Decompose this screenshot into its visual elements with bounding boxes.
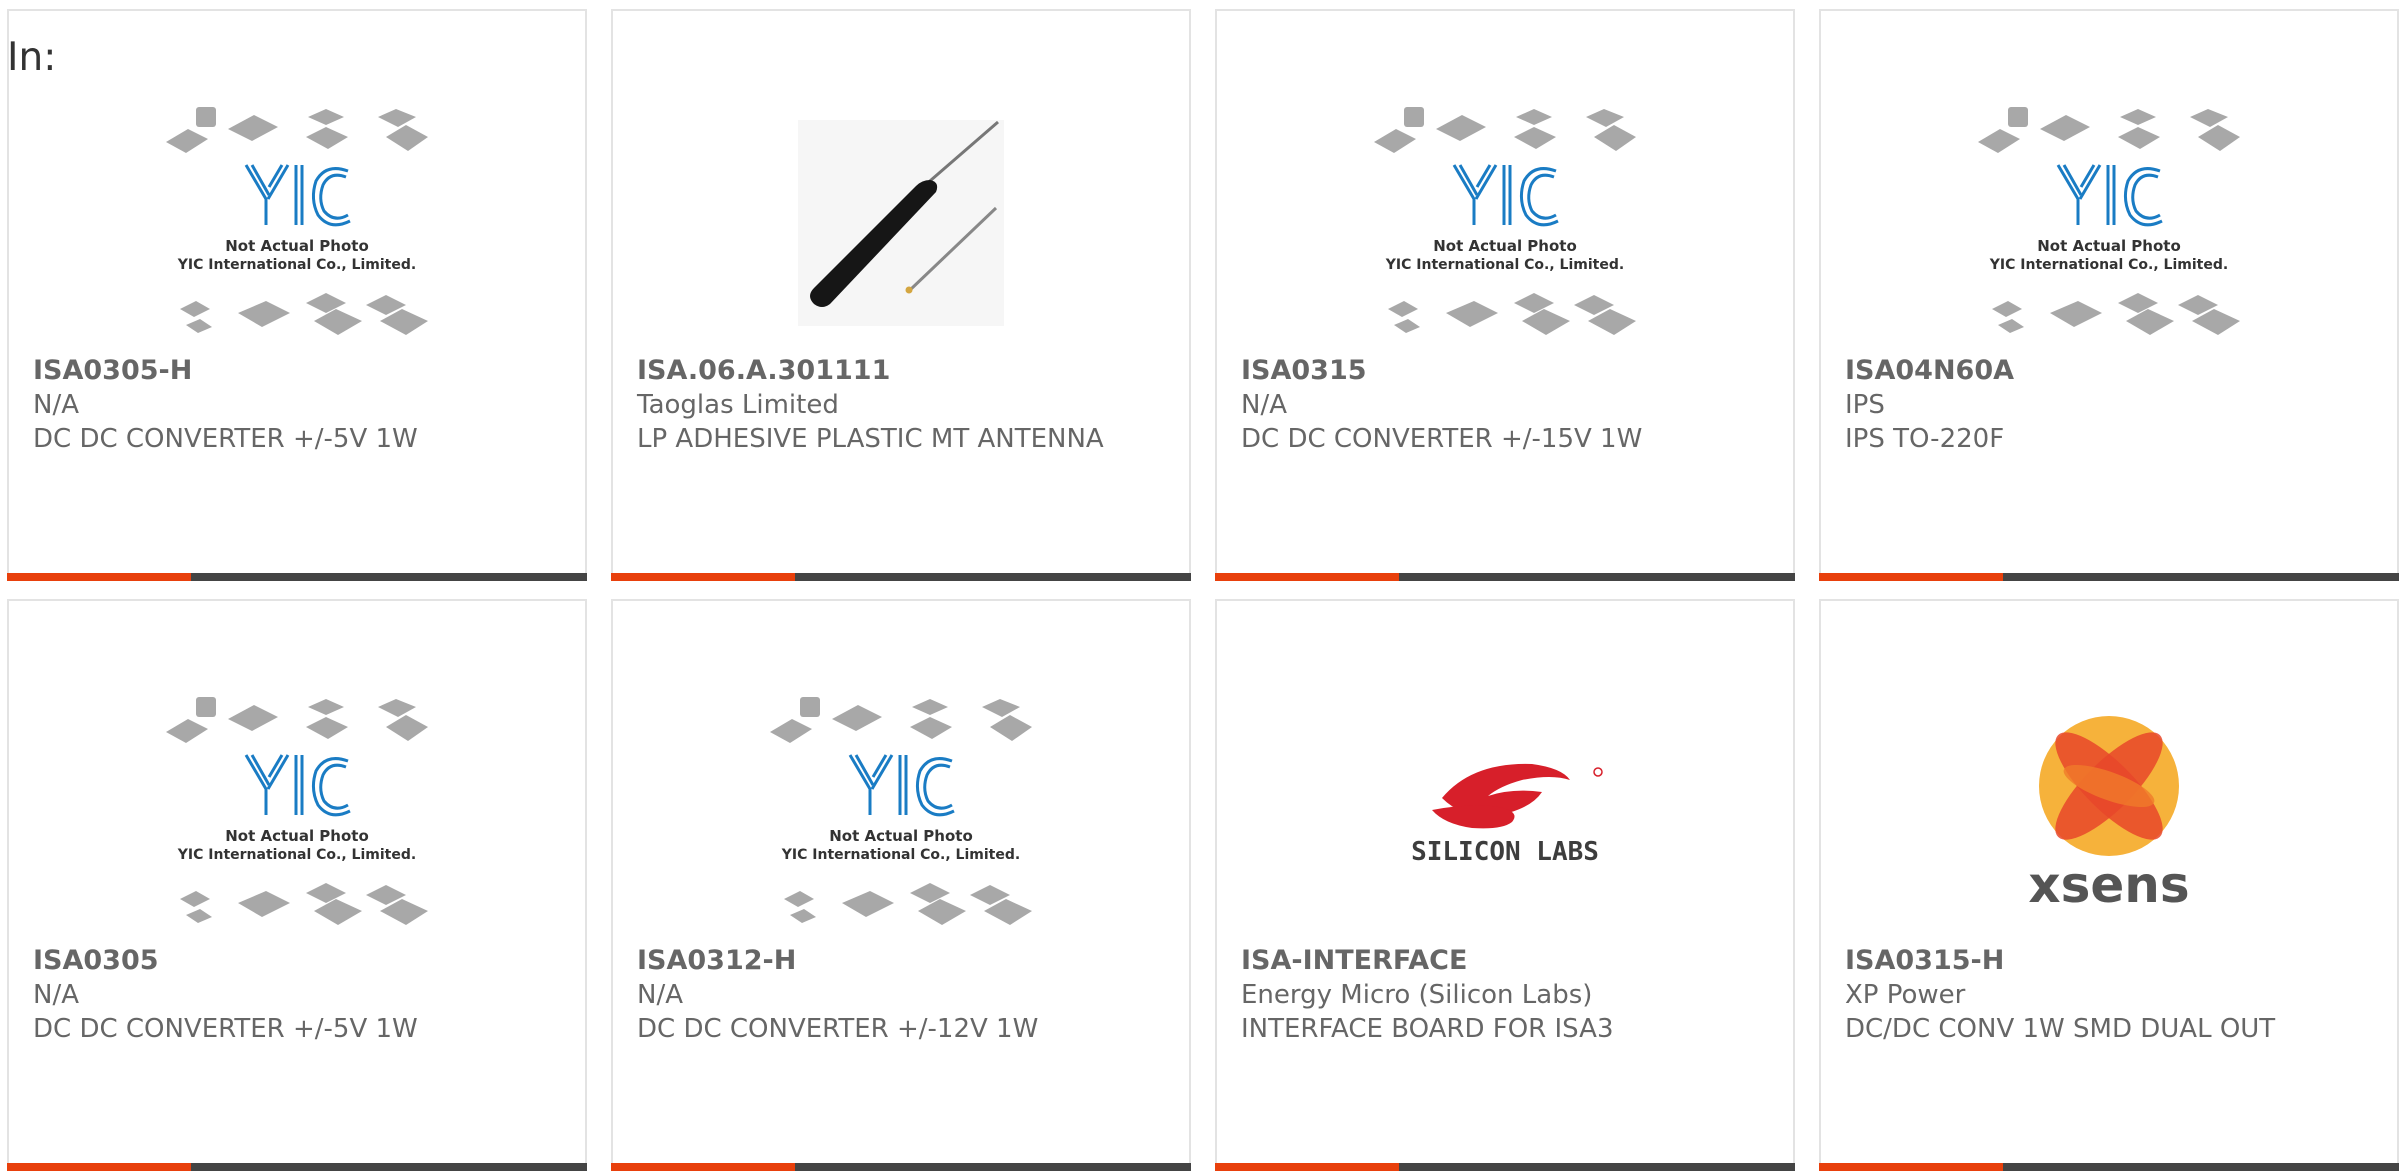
product-card[interactable]: ISA.06.A.301111 Taoglas Limited LP ADHES… [611, 9, 1191, 581]
part-number[interactable]: ISA0315-H [1845, 944, 2373, 978]
product-card[interactable]: Not Actual Photo YIC International Co., … [7, 9, 587, 581]
filter-prefix-label: In: [7, 35, 57, 80]
card-footer-bar [1215, 573, 1795, 581]
svg-text:Not Actual Photo: Not Actual Photo [225, 237, 369, 255]
part-number[interactable]: ISA0312-H [637, 944, 1165, 978]
part-number[interactable]: ISA0305 [33, 944, 561, 978]
product-image[interactable]: Not Actual Photo YIC International Co., … [9, 91, 585, 355]
svg-text:YIC International Co., Limited: YIC International Co., Limited. [177, 257, 416, 273]
manufacturer: N/A [1241, 390, 1287, 420]
card-footer-bar [7, 1163, 587, 1171]
manufacturer: N/A [33, 980, 79, 1010]
svg-text:YIC International Co., Limited: YIC International Co., Limited. [177, 847, 416, 863]
product-image[interactable]: SILICON LABS [1217, 681, 1793, 945]
description: DC DC CONVERTER +/-12V 1W [637, 1014, 1039, 1044]
manufacturer: Taoglas Limited [637, 390, 839, 420]
svg-text:Not Actual Photo: Not Actual Photo [1433, 237, 1577, 255]
product-card[interactable]: Not Actual Photo YIC International Co., … [1819, 9, 2399, 581]
yic-placeholder-image: Not Actual Photo YIC International Co., … [1978, 107, 2240, 339]
svg-text:Not Actual Photo: Not Actual Photo [225, 827, 369, 845]
card-footer-bar [611, 573, 1191, 581]
description: LP ADHESIVE PLASTIC MT ANTENNA [637, 424, 1104, 454]
card-footer-bar [611, 1163, 1191, 1171]
svg-text:Not Actual Photo: Not Actual Photo [829, 827, 973, 845]
manufacturer: N/A [33, 390, 79, 420]
description: IPS TO-220F [1845, 424, 2005, 454]
manufacturer: XP Power [1845, 980, 1966, 1010]
description: INTERFACE BOARD FOR ISA3 [1241, 1014, 1614, 1044]
svg-text:xsens: xsens [2028, 856, 2189, 914]
product-image[interactable]: Not Actual Photo YIC International Co., … [1821, 91, 2397, 355]
antenna-photo [798, 120, 1004, 326]
part-number[interactable]: ISA0315 [1241, 354, 1769, 388]
svg-text:YIC International Co., Limited: YIC International Co., Limited. [1385, 257, 1624, 273]
description: DC/DC CONV 1W SMD DUAL OUT [1845, 1014, 2276, 1044]
svg-text:SILICON LABS: SILICON LABS [1411, 837, 1599, 867]
part-number[interactable]: ISA0305-H [33, 354, 561, 388]
yic-placeholder-image: Not Actual Photo YIC International Co., … [1374, 107, 1636, 339]
yic-placeholder-image: Not Actual Photo YIC International Co., … [166, 107, 428, 339]
manufacturer: IPS [1845, 390, 1885, 420]
product-grid: Not Actual Photo YIC International Co., … [7, 9, 2399, 1171]
product-image[interactable]: xsens [1821, 681, 2397, 945]
card-footer-bar [1819, 1163, 2399, 1171]
part-number[interactable]: ISA.06.A.301111 [637, 354, 1165, 388]
manufacturer: Energy Micro (Silicon Labs) [1241, 980, 1593, 1010]
product-card[interactable]: SILICON LABS ISA-INTERFACE Energy Micro … [1215, 599, 1795, 1171]
svg-text:YIC International Co., Limited: YIC International Co., Limited. [1989, 257, 2228, 273]
product-image[interactable] [613, 91, 1189, 355]
card-footer-bar [1819, 573, 2399, 581]
description: DC DC CONVERTER +/-15V 1W [1241, 424, 1643, 454]
xsens-logo: xsens [2006, 710, 2212, 916]
silicon-labs-logo: SILICON LABS [1402, 758, 1608, 868]
description: DC DC CONVERTER +/-5V 1W [33, 424, 418, 454]
product-image[interactable]: Not Actual Photo YIC International Co., … [9, 681, 585, 945]
product-card[interactable]: Not Actual Photo YIC International Co., … [1215, 9, 1795, 581]
product-image[interactable]: Not Actual Photo YIC International Co., … [613, 681, 1189, 945]
product-card[interactable]: Not Actual Photo YIC International Co., … [611, 599, 1191, 1171]
product-card[interactable]: xsens ISA0315-H XP Power DC/DC CONV 1W S… [1819, 599, 2399, 1171]
part-number[interactable]: ISA04N60A [1845, 354, 2373, 388]
part-number[interactable]: ISA-INTERFACE [1241, 944, 1769, 978]
svg-text:YIC International Co., Limited: YIC International Co., Limited. [781, 847, 1020, 863]
svg-text:Not Actual Photo: Not Actual Photo [2037, 237, 2181, 255]
product-card[interactable]: Not Actual Photo YIC International Co., … [7, 599, 587, 1171]
yic-placeholder-image: Not Actual Photo YIC International Co., … [166, 697, 428, 929]
card-footer-bar [7, 573, 587, 581]
product-image[interactable]: Not Actual Photo YIC International Co., … [1217, 91, 1793, 355]
card-footer-bar [1215, 1163, 1795, 1171]
description: DC DC CONVERTER +/-5V 1W [33, 1014, 418, 1044]
manufacturer: N/A [637, 980, 683, 1010]
yic-placeholder-image: Not Actual Photo YIC International Co., … [770, 697, 1032, 929]
